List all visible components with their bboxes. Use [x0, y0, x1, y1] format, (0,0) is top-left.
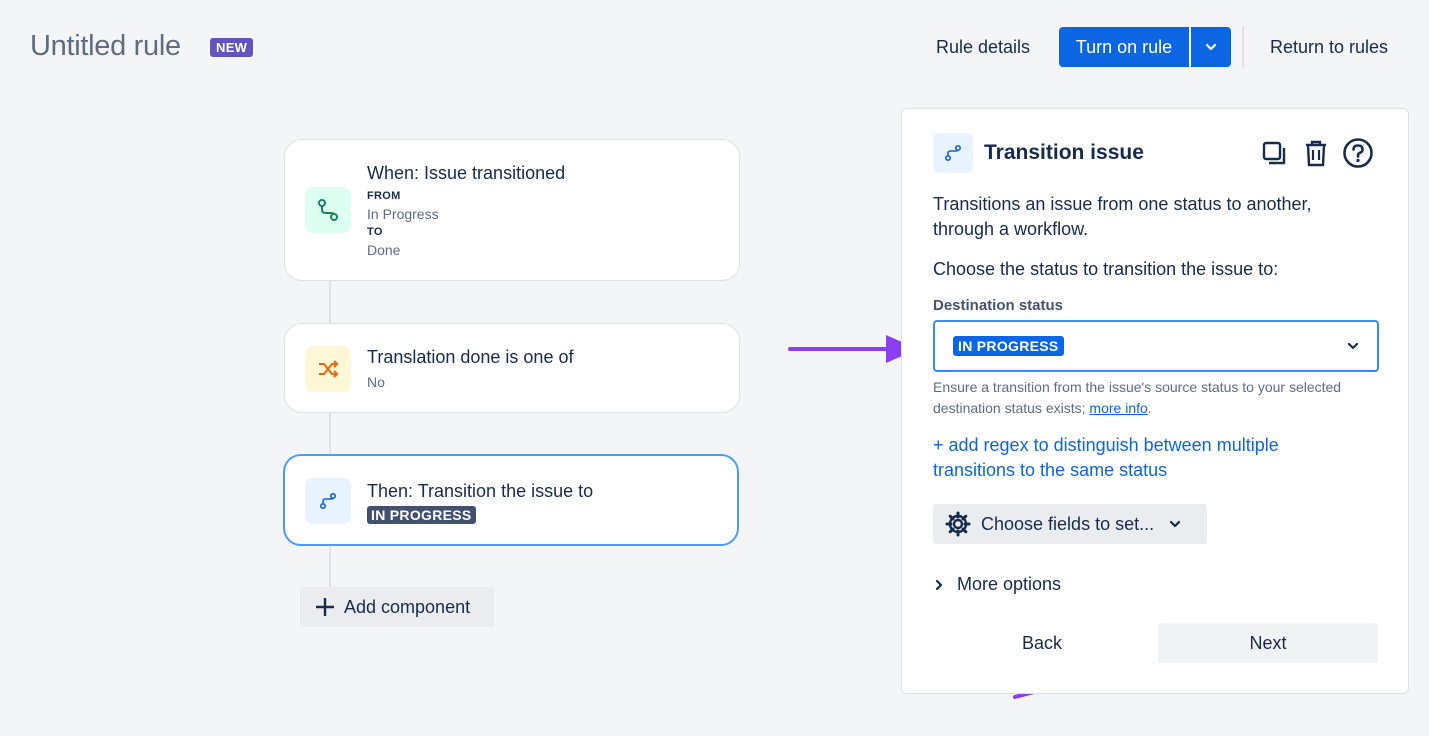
trigger-to-label: TO	[367, 226, 383, 238]
return-to-rules-link[interactable]: Return to rules	[1270, 37, 1388, 58]
trigger-from-label: FROM	[367, 190, 401, 202]
transition-icon	[305, 478, 351, 524]
add-regex-link[interactable]: + add regex to distinguish between multi…	[933, 433, 1333, 483]
destination-status-select[interactable]: IN PROGRESS	[933, 320, 1379, 372]
trigger-title: When: Issue transitioned	[367, 163, 566, 183]
hint-end: .	[1147, 400, 1152, 416]
flow-connector	[329, 281, 331, 323]
more-options-toggle[interactable]: More options	[933, 574, 1061, 595]
more-options-label: More options	[957, 574, 1062, 594]
flow-connector	[329, 413, 331, 455]
action-title: Then: Transition the issue to	[367, 481, 594, 501]
header-divider	[1242, 26, 1244, 68]
page-title: Untitled rule	[30, 30, 181, 62]
choose-fields-label: Choose fields to set...	[981, 513, 1155, 534]
help-icon[interactable]	[1342, 136, 1374, 170]
component-config-panel: Transition issue Transitions an issue fr…	[901, 108, 1409, 694]
choose-fields-button[interactable]: Choose fields to set...	[933, 504, 1207, 544]
flow-connector	[329, 545, 331, 589]
rule-details-link[interactable]: Rule details	[936, 37, 1030, 58]
plus-icon	[316, 598, 334, 616]
action-status-lozenge: IN PROGRESS	[367, 506, 476, 524]
gear-icon	[945, 511, 971, 537]
destination-status-lozenge: IN PROGRESS	[953, 336, 1064, 356]
panel-description: Transitions an issue from one status to …	[933, 194, 1312, 239]
condition-value: No	[367, 374, 385, 390]
back-button[interactable]: Back	[1022, 633, 1062, 654]
condition-title: Translation done is one of	[367, 347, 574, 367]
transition-icon	[305, 187, 351, 233]
add-component-button[interactable]: Add component	[300, 587, 494, 627]
shuffle-icon	[305, 346, 351, 392]
chevron-right-icon	[935, 579, 943, 590]
transition-icon	[933, 133, 973, 173]
action-card[interactable]: Then: Transition the issue to IN PROGRES…	[283, 454, 739, 546]
copy-icon[interactable]	[1258, 136, 1290, 170]
add-component-label: Add component	[344, 596, 471, 617]
chevron-down-icon	[1169, 520, 1181, 528]
chevron-down-icon	[1347, 342, 1359, 350]
condition-card[interactable]: Translation done is one of No	[284, 323, 740, 413]
new-badge: NEW	[210, 38, 254, 57]
turn-on-rule-dropdown-button[interactable]	[1191, 27, 1231, 67]
panel-title: Transition issue	[984, 141, 1144, 164]
trash-icon[interactable]	[1300, 136, 1332, 170]
trigger-from-value: In Progress	[367, 206, 439, 222]
trigger-to-value: Done	[367, 242, 401, 258]
more-info-link[interactable]: more info	[1089, 400, 1147, 416]
destination-status-label: Destination status	[933, 297, 1064, 314]
chevron-down-icon	[1205, 43, 1217, 51]
destination-hint: Ensure a transition from the issue's sou…	[933, 377, 1363, 419]
choose-status-prompt: Choose the status to transition the issu…	[933, 259, 1279, 279]
turn-on-rule-button[interactable]: Turn on rule	[1059, 27, 1189, 67]
next-button[interactable]: Next	[1158, 623, 1378, 663]
trigger-card[interactable]: When: Issue transitioned FROM In Progres…	[284, 139, 740, 281]
